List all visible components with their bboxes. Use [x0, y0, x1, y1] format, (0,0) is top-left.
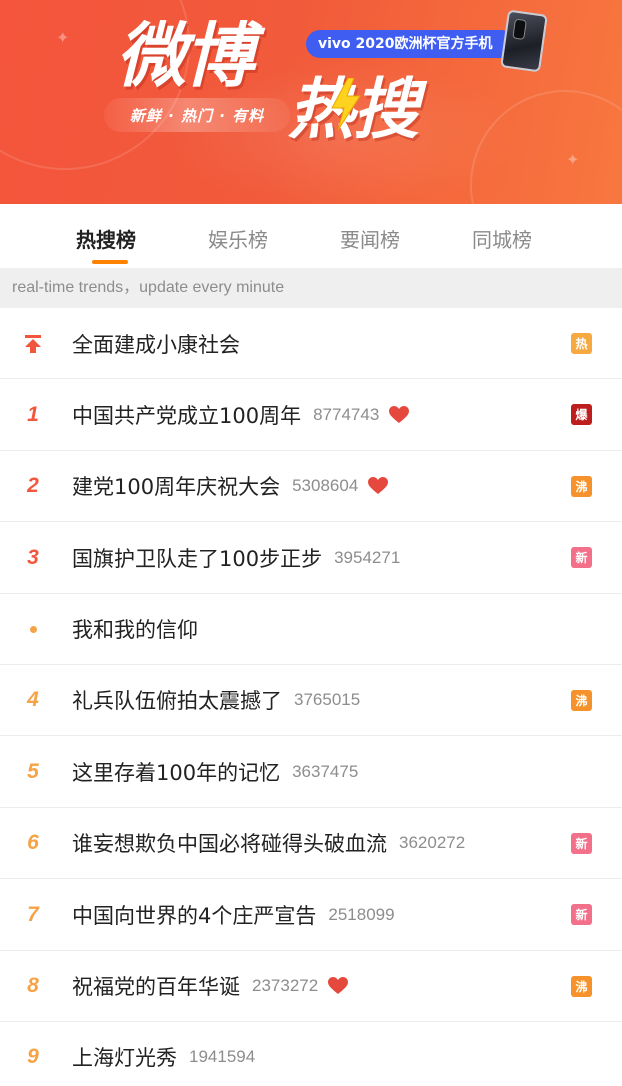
heart-icon	[328, 977, 349, 995]
status-badge: 热	[571, 333, 592, 354]
topic-title[interactable]: 中国共产党成立100周年	[72, 400, 301, 430]
tab-hot-search[interactable]: 热搜榜	[76, 224, 136, 253]
topic-title[interactable]: 建党100周年庆祝大会	[72, 471, 280, 501]
tab-news[interactable]: 要闻榜	[340, 224, 400, 253]
tab-entertainment[interactable]: 娱乐榜	[208, 224, 268, 253]
list-item[interactable]: 3 国旗护卫队走了100步正步 3954271 新	[0, 522, 622, 594]
search-count: 2373272	[252, 976, 319, 996]
pinned-rank	[18, 308, 48, 379]
item-content: 国旗护卫队走了100步正步 3954271	[72, 522, 562, 593]
item-content: 谁妄想欺负中国必将碰得头破血流 3620272	[72, 808, 562, 879]
lightning-bolt-icon	[331, 78, 361, 130]
list-item[interactable]: 9 上海灯光秀 1941594	[0, 1021, 622, 1086]
tab-bar: 热搜榜 娱乐榜 要闻榜 同城榜	[0, 204, 622, 268]
heart-icon	[389, 405, 410, 423]
topic-title[interactable]: 谁妄想欺负中国必将碰得头破血流	[72, 828, 387, 858]
search-count: 3620272	[399, 833, 466, 853]
rank-number: 2	[27, 474, 39, 498]
rank-number: 4	[27, 688, 39, 712]
banner-title: 微博	[116, 15, 254, 97]
topic-title[interactable]: 我和我的信仰	[72, 614, 198, 644]
item-content: 全面建成小康社会	[72, 308, 562, 379]
recommend-rank	[18, 594, 48, 665]
search-count: 3954271	[334, 547, 401, 567]
rank-number: 9	[27, 1045, 39, 1069]
status-badge: 沸	[571, 475, 592, 497]
status-badge: 新	[571, 547, 592, 569]
phone-image	[500, 9, 548, 73]
list-item[interactable]: 4 礼兵队伍俯拍太震撼了 3765015 沸	[0, 664, 622, 737]
item-content: 祝福党的百年华诞 2373272	[72, 951, 562, 1022]
sparkle-icon: ✦	[56, 28, 70, 47]
list-item[interactable]: 全面建成小康社会 热	[0, 308, 622, 380]
status-badge: 新	[571, 832, 592, 854]
item-content: 中国共产党成立100周年 8774743	[72, 379, 562, 450]
heart-icon	[368, 477, 389, 495]
list-item[interactable]: 8 祝福党的百年华诞 2373272 沸	[0, 950, 622, 1022]
topic-title[interactable]: 中国向世界的4个庄严宣告	[72, 900, 316, 930]
trending-list: 全面建成小康社会 热 1 中国共产党成立100周年 8774743 爆 2 建党100周年庆祝…	[0, 308, 622, 1086]
status-badge: 爆	[571, 404, 592, 426]
rank-number: 5	[27, 759, 39, 783]
list-item[interactable]: 7 中国向世界的4个庄严宣告 2518099 新	[0, 879, 622, 951]
search-count: 3637475	[292, 761, 359, 781]
topic-title[interactable]: 祝福党的百年华诞	[72, 971, 240, 1001]
topic-title[interactable]: 全面建成小康社会	[72, 329, 240, 359]
sponsor-badge[interactable]: vivo 2020欧洲杯官方手机	[306, 30, 515, 58]
list-item[interactable]: 6 谁妄想欺负中国必将碰得头破血流 3620272 新	[0, 807, 622, 880]
list-item[interactable]: 我和我的信仰	[0, 593, 622, 665]
rank-number: 3	[27, 545, 39, 569]
search-count: 3765015	[294, 690, 361, 710]
status-badge: 新	[571, 904, 592, 926]
sparkle-icon: ✦	[566, 150, 580, 169]
item-content: 上海灯光秀 1941594	[72, 1022, 562, 1086]
topic-title[interactable]: 国旗护卫队走了100步正步	[72, 543, 322, 573]
list-item[interactable]: 1 中国共产党成立100周年 8774743 爆	[0, 379, 622, 451]
topic-title[interactable]: 这里存着100年的记忆	[72, 757, 280, 787]
search-count: 5308604	[292, 476, 359, 496]
search-count: 1941594	[189, 1047, 256, 1067]
topic-title[interactable]: 上海灯光秀	[72, 1042, 177, 1072]
list-item[interactable]: 5 这里存着100年的记忆 3637475	[0, 736, 622, 808]
item-content: 这里存着100年的记忆 3637475	[72, 736, 562, 807]
status-badge: 沸	[571, 689, 592, 711]
tab-local[interactable]: 同城榜	[472, 224, 532, 253]
topic-title[interactable]: 礼兵队伍俯拍太震撼了	[72, 685, 282, 715]
search-count: 8774743	[313, 404, 380, 424]
active-tab-indicator	[92, 260, 128, 264]
header-banner: ✦ ✦ 微博 热搜 新鲜 · 热门 · 有料 vivo 2020欧洲杯官方手机	[0, 0, 622, 204]
rank-number: 6	[27, 831, 39, 855]
rank-number: 8	[27, 974, 39, 998]
update-notice: real-time trends，update every minute	[0, 268, 622, 308]
item-content: 我和我的信仰	[72, 594, 562, 665]
list-item[interactable]: 2 建党100周年庆祝大会 5308604 沸	[0, 450, 622, 523]
banner-slogan: 新鲜 · 热门 · 有料	[104, 98, 290, 132]
pin-top-icon	[25, 334, 41, 353]
rank-number: 7	[27, 902, 39, 926]
rank-number: 1	[27, 402, 39, 426]
item-content: 建党100周年庆祝大会 5308604	[72, 451, 562, 522]
item-content: 礼兵队伍俯拍太震撼了 3765015	[72, 665, 562, 736]
dot-icon	[29, 625, 37, 633]
status-badge: 沸	[571, 975, 592, 997]
search-count: 2518099	[328, 904, 395, 924]
item-content: 中国向世界的4个庄严宣告 2518099	[72, 879, 562, 950]
